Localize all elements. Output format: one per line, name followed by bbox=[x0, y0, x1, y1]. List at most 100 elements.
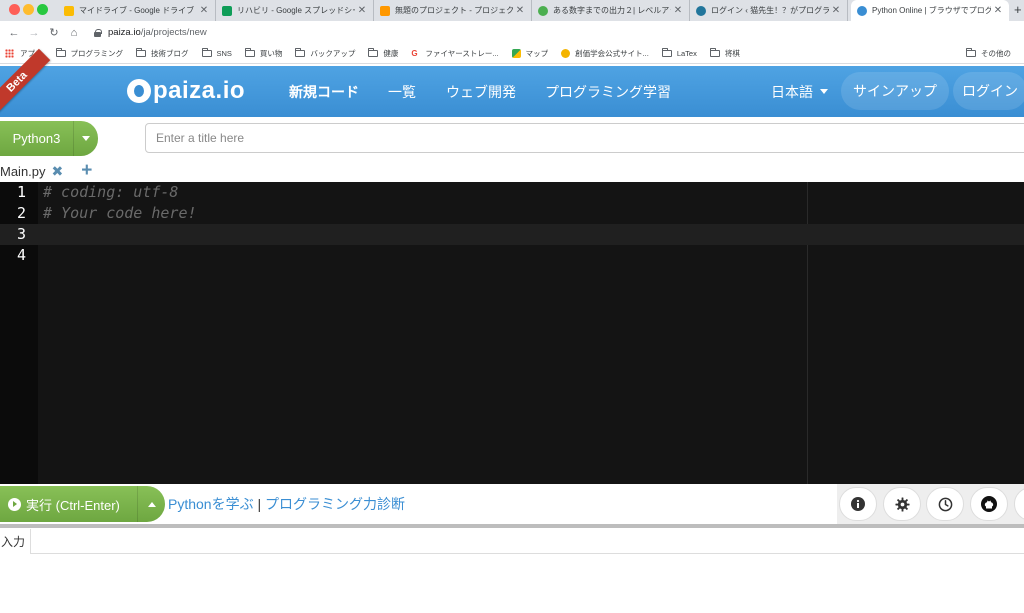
url-host: paiza.io bbox=[108, 27, 141, 38]
browser-tab-active[interactable]: Python Online | ブラウザでプログ ✕ bbox=[851, 0, 1009, 21]
line-number: 1 bbox=[16, 183, 26, 201]
folder-icon bbox=[966, 48, 976, 57]
google-sheets-icon bbox=[222, 5, 232, 16]
maps-icon bbox=[511, 49, 521, 58]
history-button[interactable] bbox=[926, 487, 964, 521]
bookmark-label: ファイヤーストレー... bbox=[425, 49, 499, 58]
file-tab-main[interactable]: Main.py bbox=[0, 164, 46, 179]
close-icon[interactable]: ✕ bbox=[991, 5, 1005, 16]
lock-icon bbox=[94, 28, 102, 37]
close-icon[interactable]: ✕ bbox=[829, 5, 843, 16]
nav-web-dev[interactable]: ウェブ開発 bbox=[446, 66, 516, 117]
editor-line-active: 3 bbox=[0, 224, 1024, 245]
info-icon bbox=[851, 497, 865, 511]
bookmark-link[interactable]: G ファイヤーストレー... bbox=[411, 48, 498, 59]
skill-check-link[interactable]: プログラミング力診断 bbox=[265, 496, 405, 512]
language-dropdown[interactable]: 日本語 bbox=[771, 66, 828, 117]
back-icon[interactable]: ← bbox=[4, 27, 24, 39]
other-bookmarks[interactable]: その他の bbox=[966, 44, 1011, 63]
forward-icon[interactable]: → bbox=[24, 27, 44, 39]
login-button[interactable]: ログイン bbox=[953, 72, 1024, 110]
close-icon[interactable]: ✕ bbox=[671, 5, 685, 16]
info-button[interactable] bbox=[839, 487, 877, 521]
line-number: 3 bbox=[16, 225, 26, 243]
bookmark-label: 技術ブログ bbox=[151, 49, 189, 58]
gear-icon bbox=[894, 496, 910, 512]
bookmark-folder[interactable]: バックアップ bbox=[295, 48, 355, 59]
apps-icon bbox=[5, 49, 14, 58]
window-zoom-button[interactable] bbox=[37, 4, 48, 15]
bookmark-label: SNS bbox=[216, 49, 232, 58]
more-button[interactable] bbox=[1014, 487, 1024, 521]
language-label: 日本語 bbox=[771, 83, 813, 100]
logo-mark-icon bbox=[127, 79, 151, 103]
google-icon: G bbox=[411, 49, 418, 58]
io-divider[interactable] bbox=[0, 524, 1024, 528]
bookmark-folder[interactable]: 技術ブログ bbox=[136, 48, 189, 59]
browser-tab[interactable]: ログイン ‹ 猫先生！？がプログラミ ✕ bbox=[690, 0, 848, 21]
editor-line: 4 bbox=[0, 245, 1024, 266]
bookmarks-bar: アプリ プログラミング 技術ブログ SNS 買い物 バックアップ 健康 G ファイ… bbox=[0, 44, 1024, 64]
reload-icon[interactable]: ↻ bbox=[44, 26, 64, 39]
bookmark-link[interactable]: 創価学会公式サイト... bbox=[561, 48, 649, 59]
stdin-input[interactable] bbox=[30, 529, 1024, 554]
language-select-button[interactable]: Python3 bbox=[0, 121, 98, 156]
folder-icon bbox=[661, 48, 672, 57]
bookmark-folder[interactable]: 将棋 bbox=[709, 48, 740, 59]
browser-tab[interactable]: マイドライブ - Google ドライブ ✕ bbox=[58, 0, 216, 21]
site-icon bbox=[561, 49, 571, 58]
browser-tab-title: ログイン ‹ 猫先生！？がプログラミ bbox=[711, 6, 829, 15]
close-icon[interactable]: ✖ bbox=[52, 163, 64, 180]
signup-button[interactable]: サインアップ bbox=[841, 72, 949, 110]
project-title-input[interactable] bbox=[145, 123, 1024, 153]
bookmark-label: バックアップ bbox=[310, 49, 356, 58]
run-options-toggle[interactable] bbox=[138, 501, 165, 507]
nav-learn[interactable]: プログラミング学習 bbox=[545, 66, 671, 117]
learn-python-link[interactable]: Pythonを学ぶ bbox=[168, 496, 254, 512]
folder-icon bbox=[244, 48, 255, 57]
paiza-logo[interactable]: paiza.io bbox=[127, 77, 245, 105]
bookmark-label: 買い物 bbox=[259, 49, 283, 58]
code-editor[interactable]: 1 # coding: utf-8 2 # Your code here! 3 … bbox=[0, 182, 1024, 484]
input-tab-label[interactable]: 入力 bbox=[0, 533, 30, 550]
url-field[interactable]: paiza.io/ja/projects/new bbox=[94, 27, 207, 38]
nav-list[interactable]: 一覧 bbox=[388, 66, 416, 117]
run-main[interactable]: 実行 (Ctrl-Enter) bbox=[0, 495, 137, 514]
add-file-icon[interactable]: + bbox=[81, 161, 92, 180]
bookmark-folder[interactable]: 健康 bbox=[368, 48, 398, 59]
home-icon[interactable]: ⌂ bbox=[64, 27, 84, 39]
chevron-down-icon bbox=[82, 136, 90, 141]
close-icon[interactable]: ✕ bbox=[197, 5, 211, 16]
bookmark-folder[interactable]: LaTex bbox=[661, 48, 697, 58]
window-close-button[interactable] bbox=[9, 4, 20, 15]
browser-tab[interactable]: ある数字までの出力２| レベルアッ ✕ bbox=[532, 0, 690, 21]
address-bar: ← → ↻ ⌂ paiza.io/ja/projects/new bbox=[0, 21, 1024, 44]
close-icon[interactable]: ✕ bbox=[355, 5, 369, 16]
bookmark-folder[interactable]: プログラミング bbox=[55, 48, 124, 59]
bookmark-label: プログラミング bbox=[70, 49, 124, 58]
bookmark-link[interactable]: マップ bbox=[511, 48, 548, 59]
tool-panel bbox=[837, 484, 1024, 524]
new-tab-icon[interactable]: + bbox=[1014, 2, 1022, 17]
browser-tab[interactable]: リハビリ - Google スプレッドシー ✕ bbox=[216, 0, 374, 21]
bookmark-folder[interactable]: SNS bbox=[201, 48, 232, 58]
bookmark-label: 健康 bbox=[383, 49, 399, 58]
run-button[interactable]: 実行 (Ctrl-Enter) bbox=[0, 486, 165, 522]
folder-icon bbox=[368, 48, 379, 57]
code-text: # Your code here! bbox=[43, 204, 197, 222]
settings-button[interactable] bbox=[883, 487, 921, 521]
nav-new-code[interactable]: 新規コード bbox=[289, 66, 359, 117]
window-minimize-button[interactable] bbox=[23, 4, 34, 15]
close-icon[interactable]: ✕ bbox=[513, 5, 527, 16]
chevron-up-icon bbox=[147, 501, 156, 507]
browser-tab-title: マイドライブ - Google ドライブ bbox=[79, 6, 195, 15]
browser-tab[interactable]: 無題のプロジェクト - プロジェク ✕ bbox=[374, 0, 532, 21]
learn-links: Pythonを学ぶ | プログラミング力診断 bbox=[168, 494, 405, 514]
github-button[interactable] bbox=[970, 487, 1008, 521]
language-dropdown-toggle[interactable] bbox=[74, 136, 98, 141]
link-separator: | bbox=[257, 496, 262, 512]
bookmark-label: その他の bbox=[981, 49, 1011, 58]
bookmark-folder[interactable]: 買い物 bbox=[244, 48, 283, 59]
bookmark-label: 創価学会公式サイト... bbox=[575, 49, 649, 58]
editor-line: 1 # coding: utf-8 bbox=[0, 182, 1024, 203]
